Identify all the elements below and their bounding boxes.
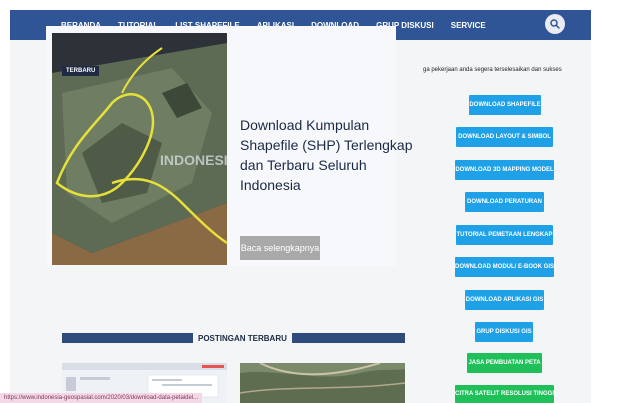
image-watermark-text: INDONESIA GE bbox=[160, 152, 227, 168]
grup-diskusi-gis-button[interactable]: GRUP DISKUSI GIS bbox=[475, 322, 533, 342]
section-divider-left bbox=[62, 333, 193, 343]
post-thumbnail[interactable] bbox=[240, 363, 405, 403]
download-layout-simbol-button[interactable]: DOWNLOAD LAYOUT & SIMBOL bbox=[456, 127, 553, 147]
download-peraturan-button[interactable]: DOWNLOAD PERATURAN bbox=[465, 192, 544, 212]
section-divider-right bbox=[291, 333, 405, 343]
section-title: POSTINGAN TERBARU bbox=[198, 333, 287, 343]
download-modul-ebook-button[interactable]: DOWNLOAD MODUL/ E-BOOK GIS bbox=[455, 257, 554, 277]
badge-terbaru: TERBARU bbox=[62, 66, 100, 76]
nav-item-service[interactable]: SERVICE bbox=[451, 21, 486, 30]
read-more-button[interactable]: Baca selengkapnya bbox=[240, 236, 320, 260]
section-header: POSTINGAN TERBARU bbox=[62, 333, 405, 343]
search-button[interactable] bbox=[545, 14, 565, 34]
thumbnail-illustration bbox=[240, 363, 405, 403]
download-shapefile-button[interactable]: DOWNLOAD SHAPEFILE bbox=[469, 95, 541, 115]
featured-post-title[interactable]: Download Kumpulan Shapefile (SHP) Terlen… bbox=[240, 115, 415, 195]
download-3d-mapping-button[interactable]: DOWNLOAD 3D MAPPING MODEL bbox=[455, 160, 554, 180]
search-icon bbox=[550, 19, 560, 29]
tutorial-pemetaan-button[interactable]: TUTORIAL PEMETAAN LENGKAP bbox=[456, 225, 553, 245]
citra-satelit-button[interactable]: CITRA SATELIT RESOLUSI TINGGI bbox=[455, 385, 554, 403]
download-aplikasi-gis-button[interactable]: DOWNLOAD APLIKASI GIS bbox=[465, 290, 544, 310]
jasa-pembuatan-peta-button[interactable]: JASA PEMBUATAN PETA bbox=[467, 353, 542, 373]
link-status-url: https://www.indonesia-geospasial.com/202… bbox=[0, 393, 203, 403]
sidebar-intro-text: ga pekerjaan anda segera terselesaikan d… bbox=[423, 67, 562, 73]
